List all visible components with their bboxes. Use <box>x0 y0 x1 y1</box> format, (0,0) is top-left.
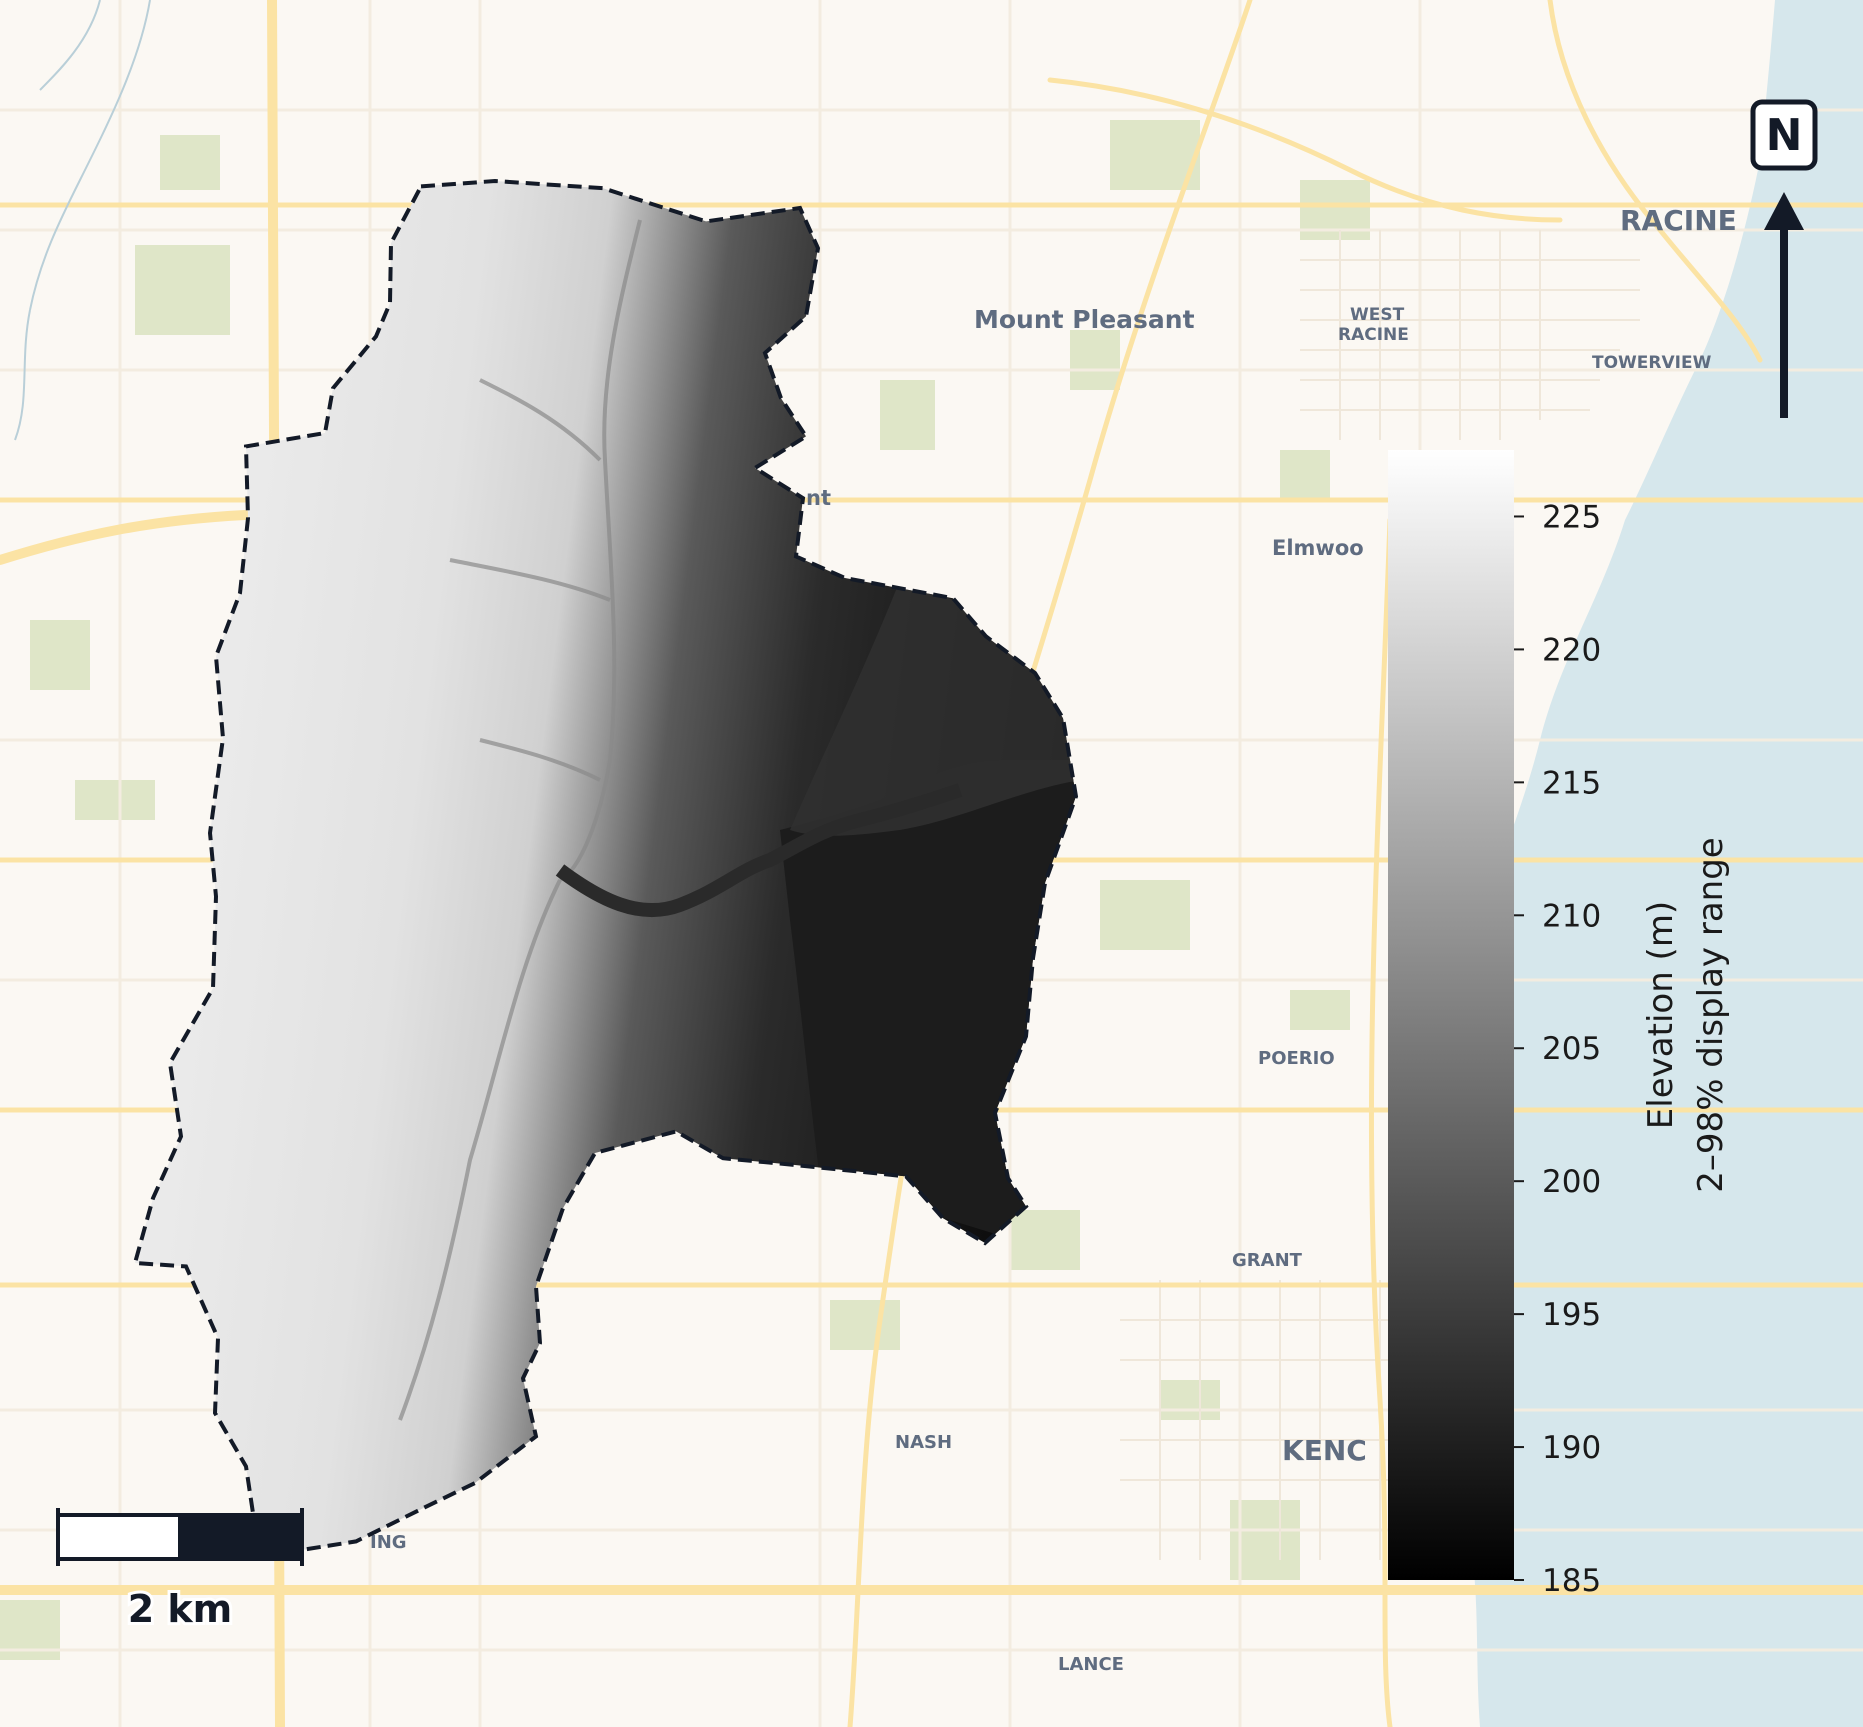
place-label-west-racine-2: RACINE <box>1338 325 1409 345</box>
place-label-racine: RACINE <box>1620 204 1737 237</box>
place-label-ing: ING <box>370 1532 407 1553</box>
colorbar-tick-label: 190 <box>1542 1430 1601 1466</box>
colorbar-title-line2: 2–98% display range <box>1691 837 1731 1192</box>
scale-bar-label: 2 km <box>128 1587 233 1631</box>
place-label-grant: GRANT <box>1232 1250 1303 1271</box>
place-label-mount-pleasant: Mount Pleasant <box>974 305 1195 334</box>
place-label-poerio: POERIO <box>1258 1048 1335 1069</box>
place-label-elmwood: Elmwoo <box>1272 536 1364 560</box>
place-label-nash: NASH <box>895 1432 952 1453</box>
colorbar-tick-label: 200 <box>1542 1164 1601 1200</box>
place-label-west-racine: WEST <box>1350 305 1405 325</box>
colorbar-gradient <box>1388 450 1514 1580</box>
colorbar-tick-label: 205 <box>1542 1031 1601 1067</box>
colorbar-tick-label: 195 <box>1542 1297 1601 1333</box>
place-label-lance: LANCE <box>1058 1654 1124 1675</box>
map-canvas: RACINE Mount Pleasant WEST RACINE TOWERV… <box>0 0 1863 1727</box>
colorbar-title-line1: Elevation (m) <box>1641 901 1681 1129</box>
colorbar-tick-label: 225 <box>1542 499 1601 535</box>
north-label: N <box>1766 110 1803 161</box>
colorbar-tick-label: 220 <box>1542 632 1601 668</box>
place-label-nt: nt <box>806 486 831 510</box>
scale-bar-white-segment <box>56 1513 182 1561</box>
place-label-towerview: TOWERVIEW <box>1592 353 1712 373</box>
colorbar-tick-label: 210 <box>1542 898 1601 934</box>
map-figure: RACINE Mount Pleasant WEST RACINE TOWERV… <box>0 0 1863 1727</box>
scale-bar-dark-segment <box>178 1513 304 1561</box>
colorbar-tick-label: 185 <box>1542 1563 1601 1599</box>
place-label-kenosha: KENC <box>1282 1434 1367 1467</box>
colorbar-tick-label: 215 <box>1542 765 1601 801</box>
